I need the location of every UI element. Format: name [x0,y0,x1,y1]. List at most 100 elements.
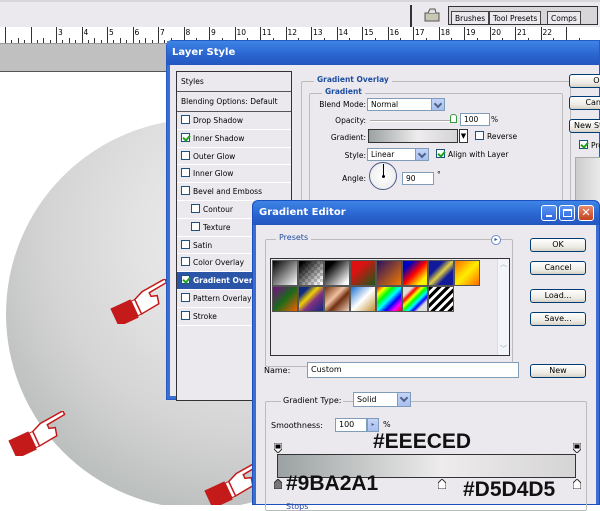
angle-input[interactable]: 90 [402,172,434,185]
preset-swatch[interactable] [428,286,454,312]
styles-header[interactable]: Styles [177,72,291,92]
scroll-down-icon[interactable]: ﹀ [498,344,509,354]
checkbox[interactable] [181,186,190,196]
style-item-drop-shadow[interactable]: Drop Shadow [177,112,291,130]
style-item-bevel-and-emboss[interactable]: Bevel and Emboss [177,183,291,201]
tab-brushes[interactable]: Brushes [451,11,490,24]
tab-tool-presets[interactable]: Tool Presets [489,11,542,24]
ruler-number: 8 [185,28,191,37]
checkbox[interactable] [181,115,190,124]
ge-ok-button[interactable]: OK [530,238,586,252]
checkbox[interactable] [181,310,190,320]
smoothness-unit: % [383,420,391,429]
tab-comps[interactable]: Comps [547,11,581,24]
preset-swatch[interactable] [402,286,428,312]
ruler-tick [68,38,70,43]
color-stop[interactable] [273,478,283,490]
preset-swatch[interactable] [428,260,454,286]
ruler-tick [49,40,51,43]
style-item-label: Color Overlay [193,258,245,268]
scroll-up-icon[interactable]: ︿ [498,259,509,269]
file-browser-icon[interactable] [424,8,440,22]
style-select[interactable]: Linear [367,148,429,161]
ok-button[interactable]: OK [569,74,600,88]
angle-dial[interactable] [369,162,397,190]
align-checkbox-box[interactable] [436,149,445,158]
checkbox[interactable] [181,132,190,142]
minimize-button[interactable] [541,205,557,221]
save-button[interactable]: Save... [530,312,586,326]
blend-mode-select[interactable]: Normal [367,98,445,111]
style-item-label: Inner Shadow [193,133,245,143]
load-button[interactable]: Load... [530,289,586,303]
cancel-button[interactable]: Cancel [569,96,600,110]
reverse-checkbox-box[interactable] [475,131,484,140]
checkbox[interactable] [181,292,190,302]
ruler-tick [36,40,38,43]
align-with-layer-checkbox[interactable]: Align with Layer [436,149,508,159]
gradient-type-select[interactable]: Solid [353,392,411,407]
color-stop[interactable] [437,478,447,490]
gradient-dropdown-icon[interactable]: ▼ [459,129,468,143]
style-item-label: Bevel and Emboss [193,187,262,197]
preset-swatch[interactable] [376,286,402,312]
align-label: Align with Layer [448,150,509,159]
name-input[interactable]: Custom [307,362,519,378]
ruler-number: 4 [83,28,89,37]
checkbox[interactable] [181,150,190,160]
preset-swatch[interactable] [324,286,350,312]
annotation-right-color: #D5D4D5 [463,478,556,501]
document-gray-area [0,44,166,72]
close-icon: ✕ [581,206,591,219]
layer-style-title[interactable]: Layer Style [167,41,599,65]
maximize-button[interactable] [559,205,575,221]
opacity-slider[interactable] [370,120,454,122]
ruler-number: 17 [415,28,425,37]
ge-cancel-button[interactable]: Cancel [530,261,586,275]
preview-label: Preview [591,141,600,150]
close-button[interactable]: ✕ [578,205,594,221]
presets-scrollbar[interactable]: ︿ ﹀ [497,259,509,355]
opacity-input[interactable]: 100 [460,113,490,126]
preset-swatch[interactable] [350,286,376,312]
preset-swatch[interactable] [376,260,402,286]
checkbox[interactable] [181,275,190,285]
checkbox[interactable] [181,257,190,267]
checkbox[interactable] [181,239,190,249]
checkbox[interactable] [191,221,200,231]
opacity-stop[interactable] [572,442,582,454]
preset-swatch[interactable] [350,260,376,286]
ruler-number: 12 [287,28,298,37]
name-label: Name: [264,366,291,375]
ruler-number: 19 [466,28,476,37]
smoothness-input[interactable]: 100 [335,418,367,432]
style-item-inner-glow[interactable]: Inner Glow [177,165,291,184]
opacity-slider-thumb[interactable] [450,114,457,123]
presets-menu-icon[interactable]: ▸ [491,235,501,245]
preset-swatch[interactable] [454,260,480,286]
checkbox[interactable] [191,203,200,213]
chevron-down-icon [431,99,444,110]
pointing-hand-icon [8,411,66,456]
ruler-number: 6 [134,28,140,37]
gradient-picker[interactable] [368,129,458,143]
preset-swatch[interactable] [298,260,324,286]
preset-swatch[interactable] [272,286,298,312]
blending-options[interactable]: Blending Options: Default [177,92,291,112]
style-item-outer-glow[interactable]: Outer Glow [177,148,291,166]
reverse-checkbox[interactable]: Reverse [475,131,517,141]
checkbox[interactable] [181,168,190,178]
preset-swatch[interactable] [272,260,298,286]
style-item-inner-shadow[interactable]: Inner Shadow [177,130,291,148]
ruler-number: 13 [313,28,323,37]
preset-swatch[interactable] [298,286,324,312]
preset-swatch[interactable] [402,260,428,286]
color-stop[interactable] [572,478,582,490]
new-style-button[interactable]: New Style... [569,119,600,133]
ruler-tick [24,40,26,43]
opacity-stop[interactable] [273,442,283,454]
new-button[interactable]: New [530,364,586,378]
preview-checkbox-box[interactable] [579,140,588,149]
preview-checkbox[interactable]: Preview [579,140,600,150]
preset-swatch[interactable] [324,260,350,286]
